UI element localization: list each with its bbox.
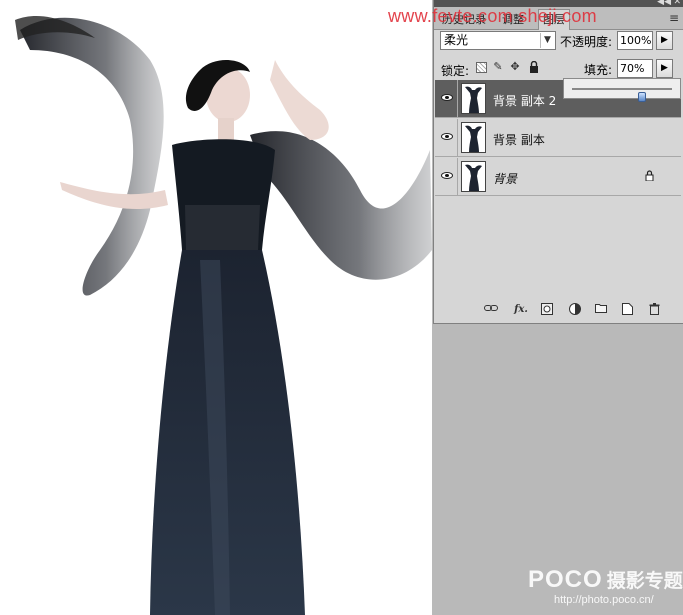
photo-woman-black-dress bbox=[15, 16, 432, 615]
document-canvas[interactable] bbox=[0, 0, 432, 615]
new-layer-icon[interactable] bbox=[620, 303, 634, 317]
fx-icon[interactable]: fx. bbox=[514, 303, 528, 317]
layer-name[interactable]: 背景 副本 2 bbox=[493, 92, 556, 109]
layer-row-background[interactable]: 背景 bbox=[435, 158, 681, 196]
lock-position-move-icon[interactable]: ✥ bbox=[509, 61, 521, 73]
link-layers-icon[interactable] bbox=[484, 303, 498, 317]
lock-all-icon[interactable] bbox=[528, 60, 540, 73]
fill-slider-popup bbox=[563, 78, 681, 102]
layer-thumbnail bbox=[461, 83, 486, 114]
layer-row-background-copy[interactable]: 背景 副本 bbox=[435, 119, 681, 157]
add-mask-icon[interactable] bbox=[540, 303, 554, 317]
visibility-toggle[interactable] bbox=[436, 80, 458, 117]
folder-icon[interactable] bbox=[594, 303, 608, 317]
poco-url: http://photo.poco.cn/ bbox=[554, 594, 654, 606]
fill-slider-thumb[interactable] bbox=[638, 92, 646, 102]
eye-icon bbox=[441, 94, 453, 101]
close-icon[interactable]: ✕ bbox=[673, 0, 681, 7]
fill-slider-track[interactable] bbox=[572, 88, 672, 102]
opacity-slider-arrow-icon[interactable]: ▶ bbox=[656, 31, 673, 50]
visibility-toggle[interactable] bbox=[436, 119, 458, 156]
opacity-input[interactable]: 100% bbox=[617, 31, 653, 50]
adjustment-layer-icon[interactable] bbox=[568, 303, 582, 317]
visibility-toggle[interactable] bbox=[436, 158, 458, 195]
lock-transparent-icon[interactable] bbox=[476, 62, 487, 73]
layers-panel: ◀◀ ✕ 历史记录 调整 图层 ≡ 柔光 ▼ 不透明度: 100% ▶ 锁定: … bbox=[433, 0, 683, 324]
fill-input[interactable]: 70% bbox=[617, 59, 653, 78]
layer-name[interactable]: 背景 副本 bbox=[493, 131, 545, 148]
lock-label: 锁定: bbox=[441, 64, 470, 78]
fill-label: 填充: bbox=[584, 63, 613, 77]
layer-name[interactable]: 背景 bbox=[493, 170, 517, 187]
blend-mode-value: 柔光 bbox=[444, 33, 469, 47]
watermark-poco: POCO 摄影专题 http://photo.poco.cn/ bbox=[528, 566, 683, 606]
layer-thumbnail bbox=[461, 122, 486, 153]
trash-icon[interactable] bbox=[647, 303, 661, 317]
layer-lock-icon bbox=[645, 170, 654, 182]
eye-icon bbox=[441, 172, 453, 179]
eye-icon bbox=[441, 133, 453, 140]
lock-image-brush-icon[interactable]: ✎ bbox=[492, 61, 504, 73]
chevron-down-icon[interactable]: ▼ bbox=[540, 33, 554, 48]
collapse-icon[interactable]: ◀◀ bbox=[657, 0, 671, 7]
panel-footer-toolbar: fx. bbox=[434, 300, 683, 322]
opacity-label: 不透明度: bbox=[560, 35, 613, 49]
blend-mode-select[interactable]: 柔光 ▼ bbox=[440, 31, 556, 50]
poco-title: 摄影专题 bbox=[606, 571, 683, 592]
panel-menu-icon[interactable]: ≡ bbox=[669, 11, 679, 25]
watermark-url-top: www.fevte.com sheji.com bbox=[388, 6, 597, 26]
poco-logo: POCO bbox=[528, 566, 603, 593]
fill-slider-arrow-icon[interactable]: ▶ bbox=[656, 59, 673, 78]
layer-thumbnail bbox=[461, 161, 486, 192]
